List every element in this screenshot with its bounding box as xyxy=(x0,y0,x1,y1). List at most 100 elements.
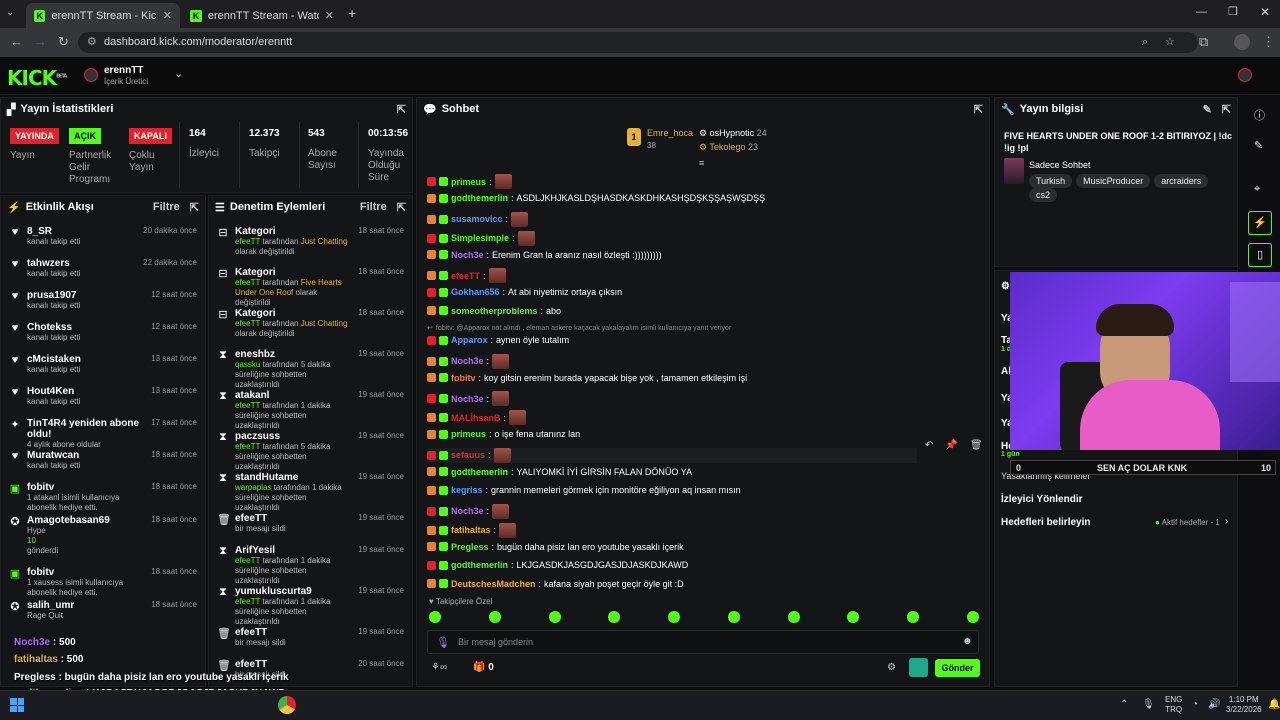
activity-item[interactable]: ✦ TinT4R4 yeniden abone oldu! 4 aylık abon… xyxy=(1,418,205,450)
chat-username[interactable]: fatihaltas xyxy=(451,525,491,535)
reload-icon[interactable]: ↻ xyxy=(58,34,69,50)
site-info-icon[interactable]: ⚙ xyxy=(87,32,97,53)
extensions-icon[interactable]: ⧉ xyxy=(1199,34,1208,50)
new-tab-icon[interactable]: + xyxy=(348,5,356,21)
browser-menu-icon[interactable]: ⋮ xyxy=(1262,34,1275,50)
forward-icon[interactable]: → xyxy=(34,34,47,49)
mod-actor[interactable]: efeeTT xyxy=(235,401,260,410)
chat-username[interactable]: primeus xyxy=(451,177,486,187)
quick-emote-icon[interactable] xyxy=(907,611,920,623)
leaderboard-second[interactable]: ⚙ osHypnotic 24 xyxy=(699,128,767,139)
minimize-icon[interactable]: — xyxy=(1196,6,1207,18)
mic-tray-icon[interactable]: 🎙 xyxy=(1142,699,1155,710)
bolt-icon[interactable]: ⚡ xyxy=(1248,211,1272,235)
pencil-icon[interactable]: ✎ xyxy=(1254,139,1263,152)
activity-item[interactable]: ♥ Hout4Ken kanalı takip etti 13 saat önce xyxy=(1,386,205,407)
kick-logo[interactable]: KICKBETA xyxy=(7,66,67,90)
moderation-item[interactable]: ⧗ eneshbz qassku tarafından 5 dakika sürel… xyxy=(209,349,412,390)
leaderboard-expand-icon[interactable]: ≡ xyxy=(699,158,704,168)
mic-icon[interactable]: 🎙 xyxy=(436,636,450,649)
quick-emote-icon[interactable] xyxy=(488,611,501,623)
chat-username[interactable]: godthemerlin xyxy=(451,560,508,570)
activity-item[interactable]: ♥ Chotekss kanalı takip etti 12 saat önce xyxy=(1,322,205,343)
chat-username[interactable]: Pregless xyxy=(451,542,489,552)
camera-icon[interactable]: ⌖ xyxy=(1254,183,1260,196)
tray-chevron-icon[interactable]: ⌃ xyxy=(1120,699,1128,710)
chat-username[interactable]: susamovicc xyxy=(451,214,503,224)
activity-item[interactable]: ♥ tahwzers kanalı takip etti 22 dakika önce xyxy=(1,258,205,279)
mod-actor[interactable]: efeeTT xyxy=(235,319,260,328)
chat-settings-icon[interactable]: ⚙ xyxy=(887,662,896,673)
chat-username[interactable]: fobitv xyxy=(451,373,476,383)
tab-kick-dashboard[interactable]: K erennTT Stream - Kick Dashbo ✕ xyxy=(26,3,180,28)
edit-icon[interactable]: ✎ xyxy=(1203,103,1212,116)
notifications-icon[interactable]: 🔔 xyxy=(1268,699,1280,710)
mod-actor[interactable]: efeeTT xyxy=(235,597,260,606)
close-tab-icon[interactable]: ✕ xyxy=(325,9,334,22)
user-avatar[interactable] xyxy=(1238,68,1252,82)
activity-item[interactable]: ♥ prusa1907 kanalı takip etti 12 saat önce xyxy=(1,290,205,311)
filter-button[interactable]: Filtre xyxy=(360,201,387,213)
pin-icon[interactable]: 📌 xyxy=(945,440,957,451)
chat-message[interactable]: MALİhsanB: xyxy=(427,410,527,425)
chat-username[interactable]: someotherproblems xyxy=(451,306,538,316)
activity-item[interactable]: ♥ 8_SR kanalı takip etti 20 dakika önce xyxy=(1,226,205,247)
chat-message[interactable]: godthemerlin: YALIYOMKİ İYİ GİRSİN FALAN… xyxy=(427,467,692,477)
quick-emote-icon[interactable] xyxy=(847,611,860,623)
profile-avatar[interactable] xyxy=(1234,34,1250,50)
zoom-icon[interactable]: ⌕ xyxy=(1142,32,1148,53)
chat-message[interactable]: godthemerlin: ASDLJKHJKASLDŞHASDKASKDHKA… xyxy=(427,193,765,203)
chat-message[interactable]: Pregless: bugün daha pisiz lan ero youtu… xyxy=(427,542,684,552)
reply-icon[interactable]: ↶ xyxy=(925,440,933,451)
info-icon[interactable]: ⓘ xyxy=(1254,107,1265,123)
volume-icon[interactable]: 🔊 xyxy=(1208,699,1220,710)
chat-input[interactable]: 🎙 Bir mesaj gönderin ☻ xyxy=(427,630,979,654)
popout-icon[interactable]: ⇱ xyxy=(397,201,406,214)
moderation-item[interactable]: ⧗ yumukluscurta9 efeeTT tarafından 1 dakik… xyxy=(209,586,412,627)
quick-emote-icon[interactable] xyxy=(608,611,621,623)
chat-message[interactable]: Simplesimple: xyxy=(427,230,535,246)
tag[interactable]: MusicProducer xyxy=(1076,174,1151,188)
chat-username[interactable]: Gokhan656 xyxy=(451,287,500,297)
activity-item[interactable]: ✪ Amagotebasan69 Hype 10 gönderdi 18 saat önc… xyxy=(1,515,205,556)
activity-item[interactable]: ♥ cMcistaken kanalı takip etti 13 saat önce xyxy=(1,354,205,375)
clipboard-icon[interactable]: ▯ xyxy=(1248,243,1272,267)
activity-item[interactable]: ♥ Muratwcan kanalı takip etti 18 saat önce xyxy=(1,450,205,471)
activity-item[interactable]: ▣ fobitv 1 atakanl isimli kullanıcıya abon… xyxy=(1,482,205,513)
moderation-item[interactable]: 🗑 efeeTT bir mesajı sildi 19 saat önce xyxy=(209,627,412,648)
moderation-item[interactable]: ⧗ paczsuss efeeTT tarafından 5 dakika süre… xyxy=(209,431,412,472)
chat-username[interactable]: godthemerlin xyxy=(451,467,508,477)
language-indicator[interactable]: ENG TRQ xyxy=(1165,695,1182,715)
popout-icon[interactable]: ⇱ xyxy=(397,103,406,116)
leaderboard-third[interactable]: ⚙ Tekolego 23 xyxy=(699,142,758,153)
chat-message[interactable]: primeus: o işe fena utanınz lan xyxy=(427,429,580,439)
delete-icon[interactable]: 🗑 xyxy=(970,440,983,451)
chat-username[interactable]: sefauus xyxy=(451,450,485,460)
close-tab-icon[interactable]: ✕ xyxy=(163,9,172,22)
goals-row[interactable]: Hedefleri belirleyin xyxy=(1001,517,1090,528)
chat-message[interactable]: Apparox: aynen öyle tutalım xyxy=(427,335,569,345)
clock[interactable]: 1:10 PM 3/22/2026 xyxy=(1226,695,1262,715)
tag[interactable]: Turkish xyxy=(1029,174,1073,188)
chat-message[interactable]: DeutschesMadchen: kafana siyah poşet geç… xyxy=(427,579,684,589)
chat-username[interactable]: Noch3e xyxy=(451,250,484,260)
chat-username[interactable]: Noch3e xyxy=(451,506,484,516)
chat-username[interactable]: kegriss xyxy=(451,485,483,495)
filter-button[interactable]: Filtre xyxy=(153,201,180,213)
channel-avatar[interactable] xyxy=(84,68,98,82)
chat-username[interactable]: Simplesimple xyxy=(451,233,509,243)
mod-actor[interactable]: warpaplas xyxy=(235,483,271,492)
back-icon[interactable]: ← xyxy=(10,34,23,49)
emoji-icon[interactable]: ☻ xyxy=(962,636,973,647)
leaderboard-first-name[interactable]: Emre_hoca xyxy=(647,128,693,138)
send-button[interactable]: Gönder xyxy=(935,659,980,677)
url-input[interactable]: ⚙ dashboard.kick.com/moderator/erenntt ⌕… xyxy=(78,32,1198,53)
chrome-taskbar-icon[interactable] xyxy=(278,696,296,714)
chevron-right-icon[interactable]: › xyxy=(1225,516,1228,527)
chat-username[interactable]: godthemerlin xyxy=(451,193,508,203)
chat-username[interactable]: Noch3e xyxy=(451,356,484,366)
chat-username[interactable]: MALİhsanB xyxy=(451,413,501,423)
moderation-item[interactable]: ⊟ Kategori efeeTT tarafından Just Chatting… xyxy=(209,308,412,339)
mod-actor[interactable]: qassku xyxy=(235,360,260,369)
channel-name[interactable]: erennTT xyxy=(104,65,143,76)
